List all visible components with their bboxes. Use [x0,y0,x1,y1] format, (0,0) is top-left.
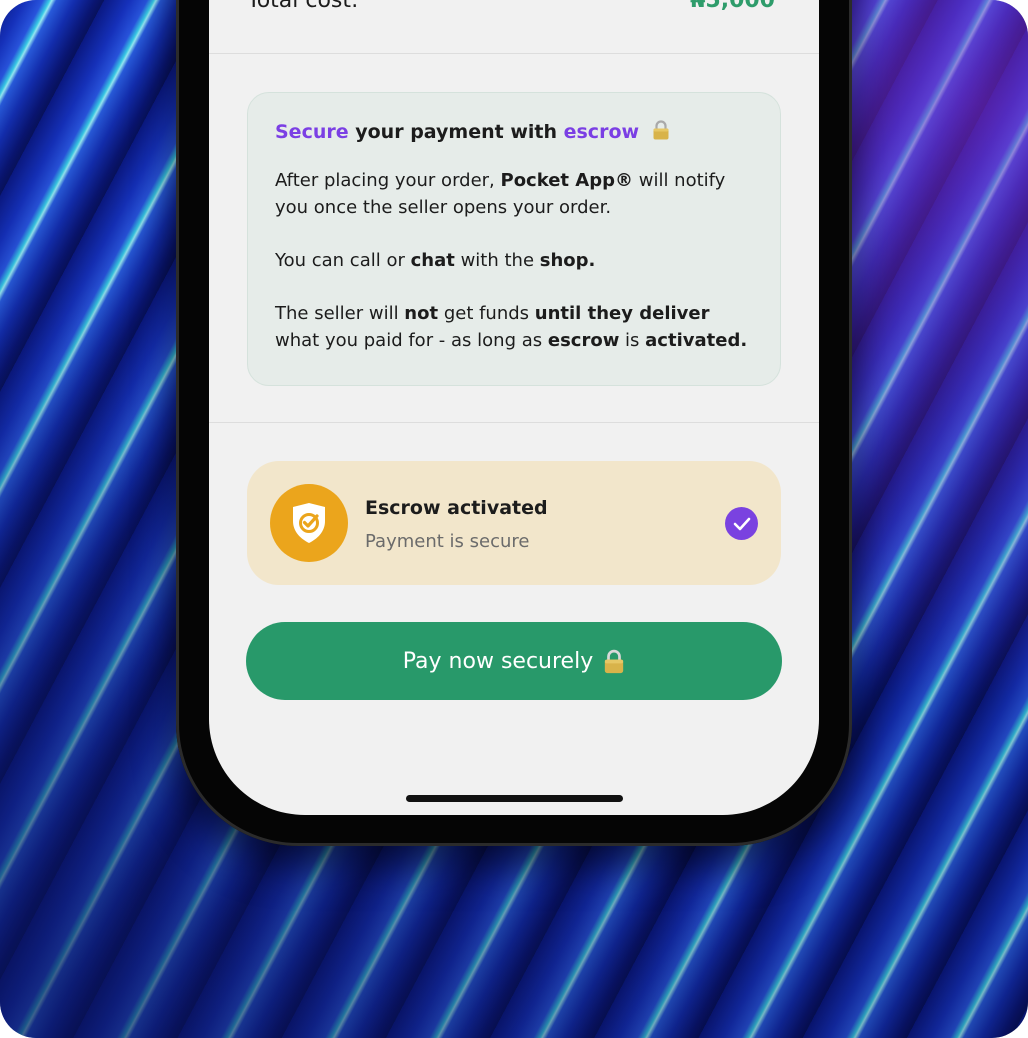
home-indicator[interactable] [406,795,623,802]
pay-now-button[interactable]: Pay now securely [246,622,782,700]
escrow-info-paragraph-2: You can call or chat with the shop. [275,250,596,271]
title-secure: Secure [275,121,349,143]
divider [209,422,819,423]
escrow-checked-indicator[interactable] [725,507,758,540]
total-cost-label: Total cost: [247,0,359,13]
escrow-toggle-card[interactable]: Escrow activated Payment is secure [247,461,781,585]
title-middle: your payment with [348,121,564,143]
lock-icon [653,120,669,140]
total-cost-value: ₦5,000 [690,0,775,13]
escrow-status-subtitle: Payment is secure [365,531,530,552]
shield-badge [270,484,348,562]
shield-check-icon [293,503,325,543]
escrow-status-title: Escrow activated [365,497,548,519]
escrow-info-paragraph-3: The seller will not get funds until they… [275,303,748,351]
escrow-info-paragraph-1: After placing your order, Pocket App® wi… [275,170,726,218]
pay-now-label: Pay now securely [402,648,594,674]
escrow-info-card: Secure your payment with escrow After pl… [247,92,781,386]
title-escrow: escrow [563,121,640,143]
checkmark-icon [733,517,750,530]
lock-icon [605,649,624,673]
divider [209,53,819,54]
phone-screen: Total cost: ₦5,000 Secure your payment w… [209,0,819,815]
total-cost-row: Total cost: ₦5,000 [247,0,775,20]
escrow-info-title: Secure your payment with escrow [275,119,754,145]
